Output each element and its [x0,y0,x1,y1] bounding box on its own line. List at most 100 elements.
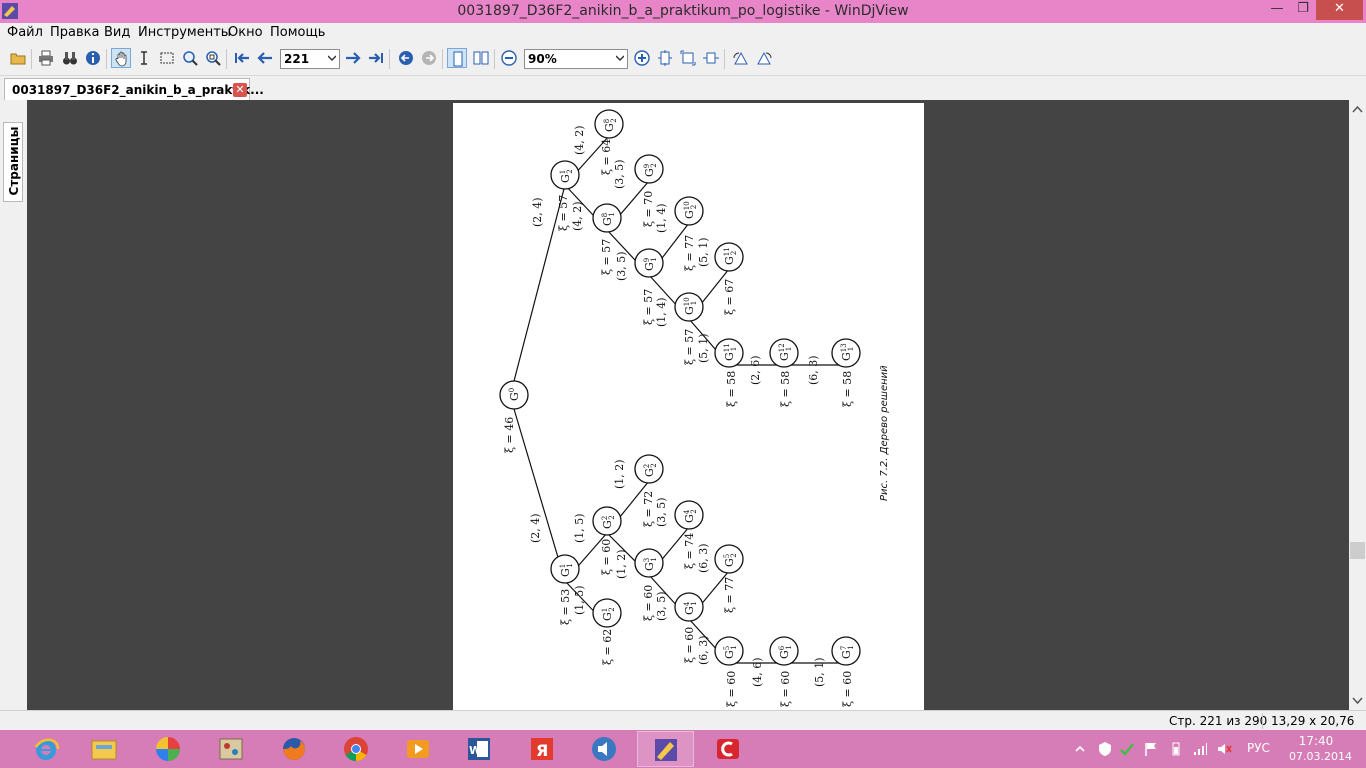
window-title: 0031897_D36F2_anikin_b_a_praktikum_po_lo… [457,3,909,19]
print-button[interactable] [36,48,56,68]
antivirus-icon[interactable] [1097,741,1113,757]
hand-tool-button[interactable] [111,48,131,68]
menu-view[interactable]: Вид [104,25,130,40]
node-sub-index: 2 [730,251,738,255]
media-player-icon [407,740,429,758]
magnifier-icon [183,51,198,66]
node-sub-index: 1 [730,347,738,351]
security-check-icon[interactable] [1119,741,1135,757]
node-l3-label: G31 [643,557,658,571]
pages-panel-label: Страницы [7,126,21,196]
fit-width-button[interactable] [678,48,698,68]
scroll-down-icon[interactable] [1352,696,1363,706]
node-sub-index: 2 [690,205,698,209]
scroll-up-icon[interactable] [1352,104,1363,114]
close-button[interactable]: ✕ [1316,0,1363,20]
svg-text:W: W [469,744,481,757]
xi-r11top: ξ = 67 [723,279,736,315]
node-sub-index: 1 [730,645,738,649]
forward-button[interactable] [419,48,439,68]
maximize-button[interactable]: ❐ [1290,0,1316,20]
language-indicator[interactable]: РУС [1247,741,1270,755]
text-select-button[interactable] [134,48,154,68]
node-sub-index: 2 [650,463,658,467]
scrollbar-thumb[interactable] [1350,542,1365,559]
pages-panel-tab[interactable]: Страницы [3,122,23,202]
rotate-right-button[interactable] [754,48,774,68]
minus-circle-icon [501,50,517,66]
node-sup-index: 0 [508,388,516,392]
fit-page-button[interactable] [655,48,675,68]
xi-l2top: ξ = 72 [642,491,655,527]
taskbar-media[interactable] [390,731,447,767]
menu-edit[interactable]: Правка [50,25,99,40]
taskbar-cyberlink[interactable] [700,731,757,767]
open-button[interactable] [8,48,28,68]
node-sub-index: 1 [566,563,574,567]
taskbar-firefox[interactable] [266,731,323,767]
menu-tools[interactable]: Инструменты [138,25,231,40]
node-sub-index: 1 [650,557,658,561]
taskbar-speaker[interactable] [576,731,633,767]
first-page-button[interactable] [232,48,252,68]
zoom-tool-button[interactable] [180,48,200,68]
signal-icon[interactable] [1192,741,1208,757]
rotate-left-icon [733,51,748,65]
node-sub-index: 2 [690,509,698,513]
windjview-icon [655,739,677,761]
facing-pages-button[interactable] [471,48,491,68]
select-rect-button[interactable] [157,48,177,68]
taskbar-picasa[interactable] [140,731,197,767]
document-tab[interactable]: 0031897_D36F2_anikin_b_a_praktik... ✕ [4,78,264,100]
flag-icon[interactable] [1143,741,1159,757]
title-bar: 0031897_D36F2_anikin_b_a_praktikum_po_lo… [0,0,1366,23]
tab-close-icon[interactable]: ✕ [233,83,247,97]
taskbar-explorer[interactable] [76,731,133,767]
menu-window[interactable]: Окно [228,25,263,40]
page-number-combo[interactable]: 221 [280,49,340,69]
taskbar-ie[interactable] [18,731,75,767]
edge-l7: (5, 1) [813,657,826,687]
taskbar-windjview[interactable] [637,731,694,767]
find-button[interactable] [60,48,80,68]
volume-muted-icon[interactable] [1216,741,1232,757]
clock-time[interactable]: 17:40 [1289,734,1343,748]
last-page-button[interactable] [366,48,386,68]
document-tab-bar: 0031897_D36F2_anikin_b_a_praktik... ✕ [0,76,1366,100]
zoom-rect-button[interactable] [203,48,223,68]
xi-l5top: ξ = 77 [723,577,736,613]
xi-r10: ξ = 57 [683,329,696,365]
info-button[interactable] [83,48,103,68]
tray-arrow-icon[interactable] [1072,741,1088,757]
fit-page-icon [658,50,672,66]
xi-l3: ξ = 60 [642,585,655,621]
decision-tree-figure: G0 G12 G82 G81 G92 G91 G102 G101 G112 G1… [499,109,890,707]
prev-page-button[interactable] [255,48,275,68]
rotate-left-button[interactable] [731,48,751,68]
menu-help[interactable]: Помощь [270,25,325,40]
taskbar-yandex[interactable]: Я [514,731,571,767]
edge-l6: (4, 6) [751,657,764,687]
menu-file[interactable]: Файл [7,25,43,40]
node-l4top-label: G42 [683,509,698,523]
taskbar-word[interactable]: W [451,731,508,767]
zoom-out-button[interactable] [499,48,519,68]
svg-text:Я: Я [536,741,548,760]
document-viewer[interactable]: G0 G12 G82 G81 G92 G91 G102 G101 G112 G1… [27,100,1349,710]
actual-size-button[interactable] [701,48,721,68]
info-icon [86,51,100,65]
vertical-scrollbar[interactable] [1349,100,1366,710]
back-button[interactable] [396,48,416,68]
zoom-combo[interactable]: 90% [524,49,628,69]
taskbar-paint[interactable] [203,731,260,767]
minimize-button[interactable]: — [1264,0,1290,20]
node-sub-index: 2 [608,515,616,519]
edge-l2top: (1, 2) [613,459,626,489]
single-page-button[interactable] [447,48,467,68]
node-sub-index: 1 [785,645,793,649]
node-l1-label: G11 [559,563,574,577]
taskbar-chrome[interactable] [328,731,385,767]
battery-icon[interactable] [1168,741,1184,757]
next-page-button[interactable] [343,48,363,68]
zoom-in-button[interactable] [632,48,652,68]
